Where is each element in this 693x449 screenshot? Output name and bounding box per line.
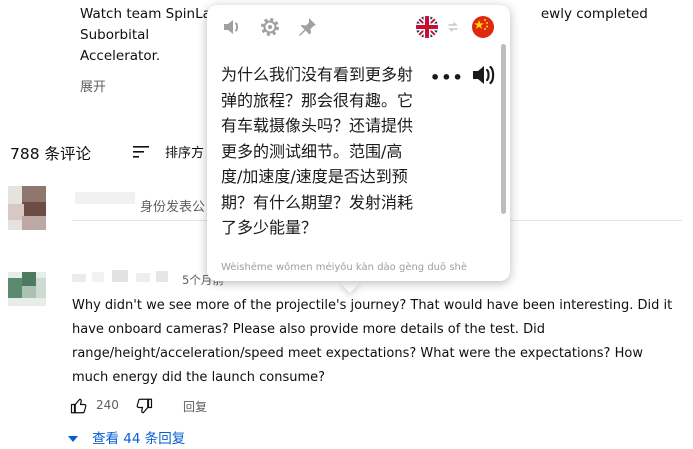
sort-button[interactable]: 排序方 (165, 142, 204, 161)
translation-text: 为什么我们没有看到更多射弹的旅程？那会很有趣。它有车载摄像头吗？还请提供更多的测… (221, 65, 414, 237)
description-line1-start: Watch team SpinLa (80, 6, 211, 22)
thumbs-up-icon[interactable] (70, 397, 88, 415)
comment-count: 788 条评论 (10, 145, 92, 163)
swap-icon[interactable] (447, 21, 459, 33)
expand-button[interactable]: 展开 (80, 76, 106, 95)
play-audio-icon[interactable] (470, 63, 496, 87)
sort-icon[interactable] (133, 145, 149, 159)
comment-input[interactable]: 身份发表公 (140, 196, 205, 215)
chevron-down-icon (68, 436, 78, 442)
popup-scrollbar[interactable] (501, 44, 506, 214)
more-options-button[interactable]: ••• (430, 68, 464, 87)
thumbs-down-icon[interactable] (135, 397, 153, 415)
speaker-icon[interactable] (220, 15, 244, 39)
uk-flag-icon[interactable] (415, 15, 439, 39)
like-count: 240 (96, 398, 119, 412)
view-replies-button[interactable]: 查看 44 条回复 (68, 427, 185, 447)
current-user-avatar (8, 186, 46, 230)
comment-text: Why didn't we see more of the projectile… (72, 298, 673, 385)
gear-icon[interactable] (258, 15, 282, 39)
blurred-author-name (72, 270, 168, 282)
pinyin-text: Wèishéme wǒmen méiyǒu kàn dào gèng duō s… (221, 262, 468, 273)
china-flag-icon[interactable] (471, 15, 495, 39)
view-replies-label: 查看 44 条回复 (92, 431, 186, 447)
commenter-avatar[interactable] (8, 272, 46, 306)
reply-button[interactable]: 回复 (183, 398, 207, 415)
pin-icon[interactable] (295, 15, 319, 39)
blurred-username (75, 192, 135, 204)
